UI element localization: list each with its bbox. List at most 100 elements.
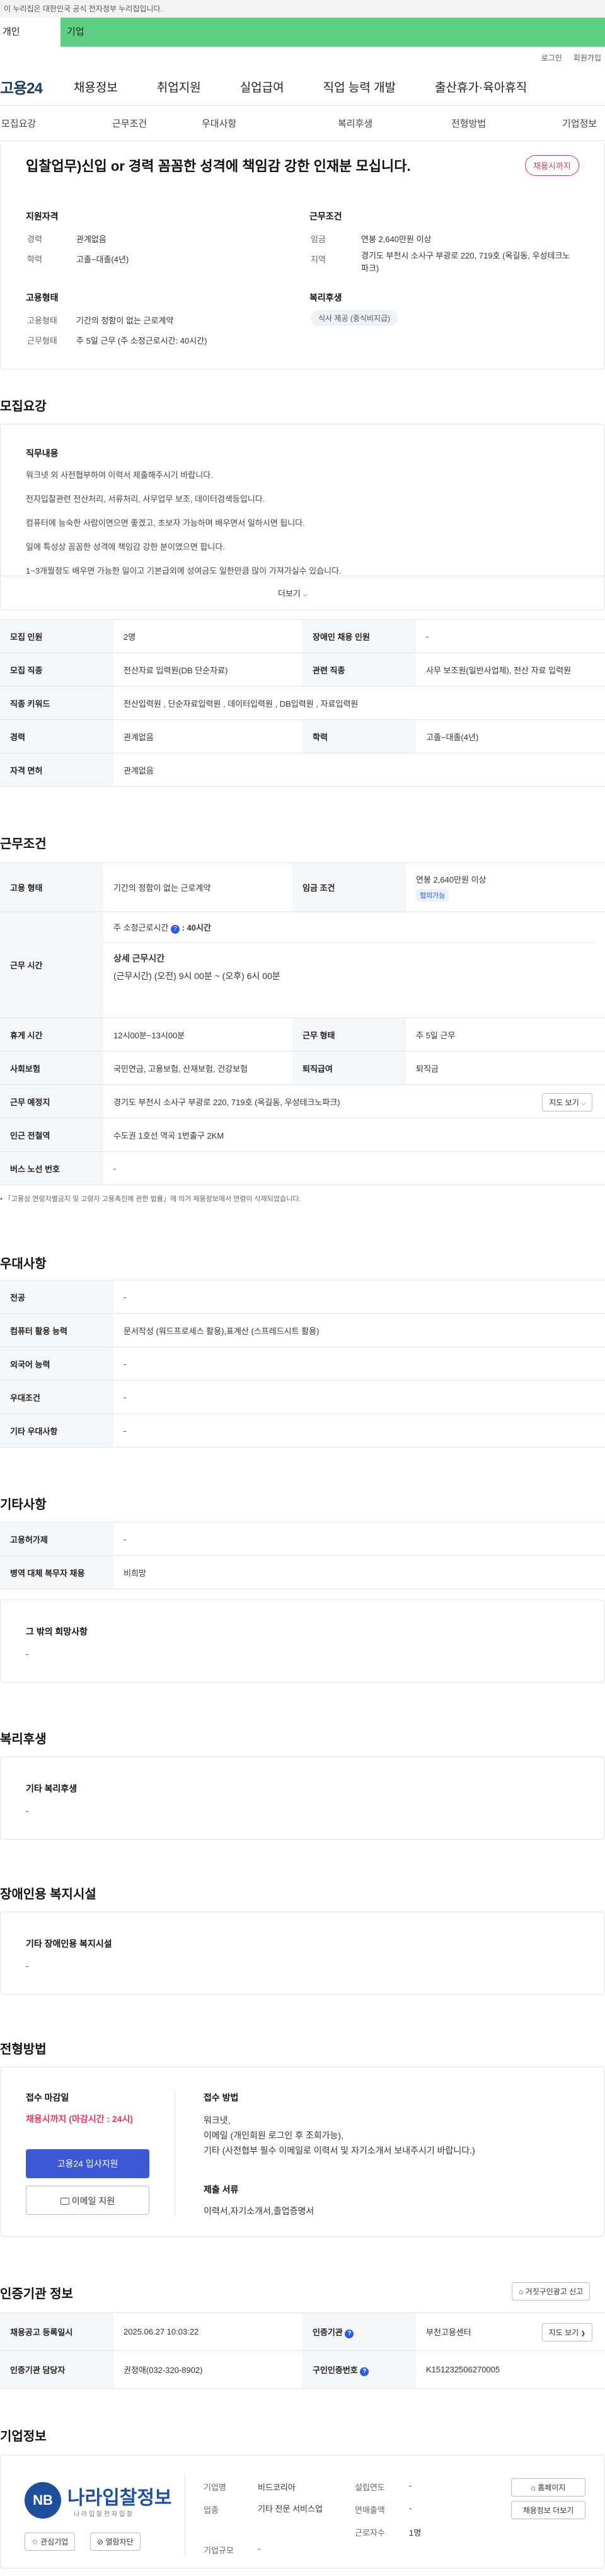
work-section-title: 근무조건 (0, 837, 47, 851)
homepage-button[interactable]: ⌂ 홈페이지 (511, 2478, 585, 2497)
subnav-recruit[interactable]: 모집요강 (1, 117, 36, 130)
table-cell: 관계없음 (113, 719, 302, 753)
gnb-item-unemployment-benefit[interactable]: 실업급여 (240, 78, 284, 95)
table-row: 우대조건 - (0, 1380, 605, 1414)
table-cell: - (103, 1151, 605, 1185)
org-map-button[interactable]: 지도 보기 ❯ (541, 2323, 592, 2341)
info-icon[interactable]: ? (345, 2329, 354, 2338)
duty-line: 1~3개월정도 배우면 가능한 일이고 기본급외에 성여금도 일한만큼 많이 가… (26, 566, 342, 576)
table-cell: 주 소정근로시간 ? : 40시간 상세 근무시간 (근무시간) (오전) 9시… (103, 912, 605, 1018)
other-wish-title: 그 밖의 희망사항 (26, 1627, 88, 1637)
screen-section-title: 전형방법 (0, 2043, 47, 2057)
map-button[interactable]: 지도 보기 ⌵ (542, 1093, 592, 1111)
table-header: 우대조건 (0, 1380, 113, 1414)
founded-label: 설립연도 (355, 2483, 385, 2492)
duty-line: 컴퓨터에 능숙한 사람이면으면 좋겠고, 초보자 가능하며 배우면서 일하시면 … (26, 518, 305, 528)
table-header: 근무 예정지 (0, 1084, 103, 1118)
subnav-screen[interactable]: 전형방법 (451, 117, 486, 130)
subnav-pref[interactable]: 우대사항 (202, 117, 236, 130)
table-row: 인근 전철역 수도권 1호선 역곡 1번출구 2KM (0, 1118, 605, 1152)
benefit-box-value: - (26, 1806, 29, 1816)
subnav-work[interactable]: 근무조건 (112, 117, 147, 130)
table-header: 기타 우대사항 (0, 1413, 113, 1448)
docs-value: 이력서,자기소개서,졸업증명서 (204, 2206, 314, 2216)
disabled-section-title: 장애인용 복지시설 (0, 1888, 96, 1901)
table-cell: 관계없음 (113, 753, 605, 787)
table-header: 컴퓨터 활용 능력 (0, 1313, 113, 1347)
table-cell: 비희망 (113, 1555, 605, 1589)
table-cell: 기간의 정함이 없는 근로계약 (103, 862, 292, 912)
tab-company[interactable]: 기업 (60, 18, 605, 47)
table-cell: - (113, 1280, 605, 1314)
table-header: 전공 (0, 1280, 113, 1314)
weekly-hours-label: 주 소정근로시간 (113, 923, 169, 932)
method-title: 접수 방법 (204, 2092, 239, 2103)
gnb-item-jobs[interactable]: 채용정보 (74, 78, 118, 95)
mail-icon (60, 2198, 69, 2205)
info-icon[interactable]: ? (360, 2367, 369, 2376)
duty-line: 전자입찰관련 전산처리, 서류처리, 사무업무 보조, 데이터검색등입니다. (26, 494, 265, 504)
table-header: 휴게 시간 (0, 1018, 103, 1052)
bullet-icon: • (0, 1195, 3, 1203)
table-header: 버스 노선 번호 (0, 1151, 103, 1185)
detail-hours-title: 상세 근무시간 (113, 953, 165, 963)
email-apply-button[interactable]: 이메일 지원 (26, 2186, 149, 2215)
table-cell: 전산입력원 , 단순자료입력원 , 데이터입력원 , DB입력원 , 자료입력원 (113, 686, 605, 720)
report-button[interactable]: ⌂ 거짓구인광고 신고 (512, 2282, 591, 2300)
deadline-badge: 채용시까지 (525, 155, 579, 176)
block-icon: ⊘ (97, 2538, 104, 2546)
site-logo[interactable]: 고용24 (0, 76, 43, 98)
table-header: 고용 형태 (0, 862, 103, 912)
section-nav: 모집요강 근무조건 우대사항 복리후생 전형방법 기업정보 (0, 106, 605, 141)
logo-circle: NB (25, 2482, 61, 2519)
recruit-section-title: 모집요강 (0, 400, 47, 414)
gnb-item-parental-leave[interactable]: 출산휴가·육아휴직 (435, 78, 527, 95)
table-cell: 사무 보조원(일반사업체), 전산 자료 입력원 (416, 653, 605, 687)
table-cell: 수도권 1호선 역곡 1번출구 2KM (103, 1118, 605, 1152)
weekly-hours: 주 소정근로시간 ? : 40시간 (113, 921, 595, 934)
welfare-title: 복리후생 (309, 293, 342, 303)
sales-value: - (409, 2503, 412, 2513)
join-link[interactable]: 회원가입 (573, 52, 601, 63)
house-icon: ⌂ (519, 2287, 524, 2296)
table-header: 근무 형태 (292, 1018, 406, 1052)
utility-menu: 로그인 회원가입 (0, 47, 605, 68)
table-header: 모집 직종 (0, 653, 113, 687)
table-header: 병역 대체 복무자 채용 (0, 1555, 113, 1589)
size-value: - (258, 2544, 261, 2553)
favorite-label: 관심기업 (40, 2538, 69, 2546)
company-logo: NB 나라입찰정보 나 라 입 찰 전 자 입 찰 (25, 2478, 176, 2524)
table-header: 채용공고 등록일시 (0, 2312, 113, 2351)
workers-label: 근로자수 (355, 2528, 385, 2538)
career-label: 경력 (27, 235, 42, 244)
table-row: 채용공고 등록일시 2025.06.27 10:03:22 인증기관 ? 부천고… (0, 2312, 605, 2351)
apply-button-label: 고용24 입사지원 (57, 2159, 118, 2169)
gnb-item-job-training[interactable]: 직업 능력 개발 (323, 78, 396, 95)
industry-value: 기타 전문 서비스업 (258, 2504, 323, 2514)
disabled-box-value: - (26, 1961, 29, 1971)
tab-individual[interactable]: 개인 (0, 18, 60, 47)
table-header: 인증기관 ? (302, 2312, 416, 2351)
edu-value: 고졸~대졸(4년) (76, 255, 129, 264)
more-jobs-button[interactable]: 채용정보 더보기 (511, 2501, 585, 2519)
subnav-benefit[interactable]: 복리후생 (338, 117, 372, 130)
table-header: 인증기관 담당자 (0, 2350, 113, 2389)
table-header: 직종 키워드 (0, 686, 113, 720)
org-label: 인증기관 (313, 2327, 343, 2337)
more-button[interactable]: 더보기 ⌵ (278, 587, 308, 599)
info-icon[interactable]: ? (170, 925, 180, 934)
table-row: 고용 형태 기간의 정함이 없는 근로계약 임금 조건 연봉 2,640만원 이… (0, 862, 605, 912)
favorite-company-button[interactable]: ☆ 관심기업 (25, 2532, 76, 2551)
career-value: 관계없음 (76, 235, 107, 244)
table-cell: 2025.06.27 10:03:22 (113, 2312, 302, 2351)
subnav-company[interactable]: 기업정보 (562, 117, 597, 130)
cert-section-title: 인증기관 정보 (0, 2287, 73, 2301)
table-header: 퇴직급여 (292, 1051, 406, 1085)
table-cell: K151232506270005 (416, 2350, 605, 2389)
gnb-item-employment-support[interactable]: 취업지원 (157, 78, 201, 95)
login-link[interactable]: 로그인 (541, 52, 562, 63)
docs-title: 제출 서류 (204, 2184, 239, 2195)
apply-button[interactable]: 고용24 입사지원 (26, 2149, 149, 2178)
block-view-button[interactable]: ⊘ 열람차단 (90, 2532, 141, 2551)
cert-table: 채용공고 등록일시 2025.06.27 10:03:22 인증기관 ? 부천고… (0, 2312, 605, 2389)
